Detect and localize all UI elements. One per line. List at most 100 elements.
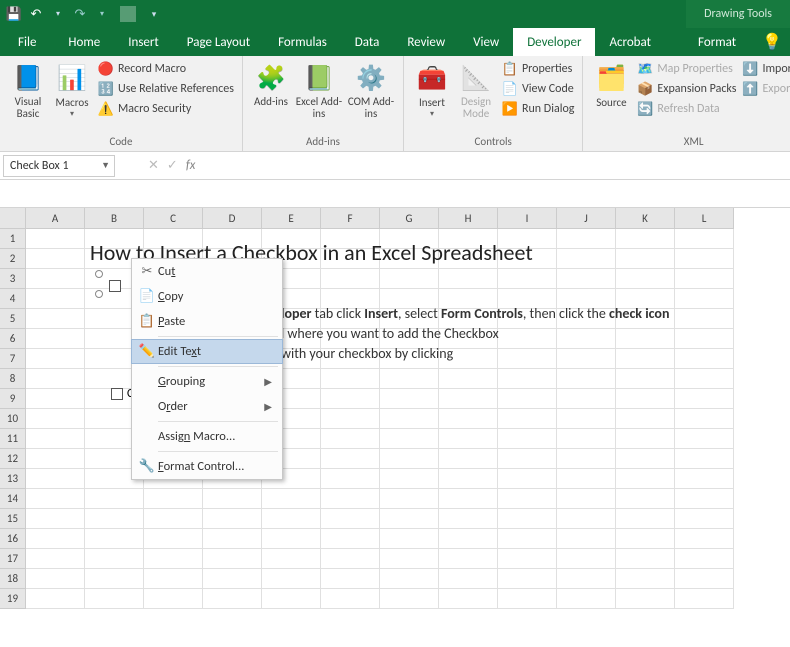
cell[interactable]	[380, 269, 439, 289]
cell[interactable]	[144, 529, 203, 549]
cell[interactable]	[262, 549, 321, 569]
cell[interactable]	[557, 549, 616, 569]
cell[interactable]	[439, 409, 498, 429]
cell[interactable]	[144, 549, 203, 569]
cell[interactable]	[321, 569, 380, 589]
cell[interactable]	[321, 409, 380, 429]
cell[interactable]	[675, 449, 734, 469]
enter-formula-icon[interactable]: ✓	[167, 158, 178, 173]
ctx-grouping[interactable]: Grouping▶	[132, 369, 282, 394]
tab-formulas[interactable]: Formulas	[264, 28, 341, 56]
cell[interactable]	[26, 389, 85, 409]
tab-review[interactable]: Review	[393, 28, 459, 56]
ctx-copy[interactable]: 📄Copy	[132, 284, 282, 309]
cell[interactable]	[203, 549, 262, 569]
cell[interactable]	[557, 529, 616, 549]
tab-file[interactable]: File	[0, 28, 54, 56]
properties-button[interactable]: 📋Properties	[500, 60, 576, 78]
macro-security-button[interactable]: ⚠️Macro Security	[96, 100, 236, 118]
cell[interactable]	[262, 509, 321, 529]
cell[interactable]	[557, 249, 616, 269]
row-header[interactable]: 3	[0, 269, 26, 289]
row-header[interactable]: 19	[0, 589, 26, 609]
cell[interactable]	[616, 409, 675, 429]
row-header[interactable]: 7	[0, 349, 26, 369]
cell[interactable]	[498, 269, 557, 289]
cell[interactable]	[26, 349, 85, 369]
cell[interactable]	[439, 269, 498, 289]
cell[interactable]	[380, 469, 439, 489]
cell[interactable]	[85, 509, 144, 529]
redo-dropdown-icon[interactable]: ▾	[94, 6, 110, 22]
cell[interactable]	[616, 489, 675, 509]
cell[interactable]	[616, 329, 675, 349]
cell[interactable]	[675, 549, 734, 569]
cell[interactable]	[616, 369, 675, 389]
column-header[interactable]: E	[262, 208, 321, 229]
row-header[interactable]: 2	[0, 249, 26, 269]
row-header[interactable]: 18	[0, 569, 26, 589]
ctx-assign-macro[interactable]: Assign Macro...	[132, 424, 282, 449]
cell[interactable]	[26, 249, 85, 269]
row-header[interactable]: 14	[0, 489, 26, 509]
tab-page-layout[interactable]: Page Layout	[173, 28, 264, 56]
cell[interactable]	[675, 569, 734, 589]
cell[interactable]	[321, 529, 380, 549]
macros-button[interactable]: 📊 Macros ▾	[50, 58, 94, 123]
cell[interactable]	[616, 469, 675, 489]
refresh-data-button[interactable]: 🔄Refresh Data	[635, 100, 738, 118]
cell[interactable]	[439, 469, 498, 489]
row-header[interactable]: 10	[0, 409, 26, 429]
cell[interactable]	[498, 489, 557, 509]
cell[interactable]	[26, 309, 85, 329]
cell[interactable]	[616, 529, 675, 549]
cell[interactable]	[380, 569, 439, 589]
cell[interactable]	[498, 329, 557, 349]
cell[interactable]	[85, 489, 144, 509]
cell[interactable]	[616, 389, 675, 409]
cell[interactable]	[616, 509, 675, 529]
tell-me-icon[interactable]: 💡	[754, 28, 790, 56]
cell[interactable]	[321, 449, 380, 469]
cell[interactable]	[380, 529, 439, 549]
cancel-formula-icon[interactable]: ✕	[148, 158, 159, 173]
cell[interactable]	[557, 489, 616, 509]
cell[interactable]	[26, 369, 85, 389]
cell[interactable]	[144, 589, 203, 609]
cell[interactable]	[498, 409, 557, 429]
addins-button[interactable]: 🧩 Add-ins	[249, 58, 293, 112]
use-relative-references-button[interactable]: 🔢Use Relative References	[96, 80, 236, 98]
ctx-edit-text[interactable]: ✏️Edit Text	[131, 339, 283, 364]
cell[interactable]	[557, 389, 616, 409]
cell[interactable]	[675, 229, 734, 249]
cell[interactable]	[26, 329, 85, 349]
cell[interactable]	[380, 369, 439, 389]
cell[interactable]	[439, 429, 498, 449]
tab-format[interactable]: Format	[680, 28, 754, 56]
tab-data[interactable]: Data	[341, 28, 394, 56]
cell[interactable]	[675, 269, 734, 289]
map-properties-button[interactable]: 🗺️Map Properties	[635, 60, 738, 78]
cell[interactable]	[616, 229, 675, 249]
cell[interactable]	[498, 469, 557, 489]
cell[interactable]	[321, 549, 380, 569]
tab-home[interactable]: Home	[54, 28, 114, 56]
column-header[interactable]: F	[321, 208, 380, 229]
cell[interactable]	[498, 369, 557, 389]
cell[interactable]	[26, 229, 85, 249]
cell[interactable]	[616, 449, 675, 469]
excel-addins-button[interactable]: 📗 Excel Add-ins	[293, 58, 345, 124]
chevron-down-icon[interactable]: ▼	[101, 160, 110, 171]
cell[interactable]	[262, 589, 321, 609]
cell[interactable]	[321, 389, 380, 409]
row-header[interactable]: 1	[0, 229, 26, 249]
cell[interactable]	[675, 249, 734, 269]
cell[interactable]	[380, 489, 439, 509]
cell[interactable]	[557, 569, 616, 589]
checkbox-icon[interactable]	[111, 388, 123, 400]
cell[interactable]	[144, 569, 203, 589]
row-header[interactable]: 9	[0, 389, 26, 409]
insert-control-button[interactable]: 🧰 Insert ▾	[410, 58, 454, 123]
cell[interactable]	[26, 509, 85, 529]
record-macro-button[interactable]: 🔴Record Macro	[96, 60, 236, 78]
